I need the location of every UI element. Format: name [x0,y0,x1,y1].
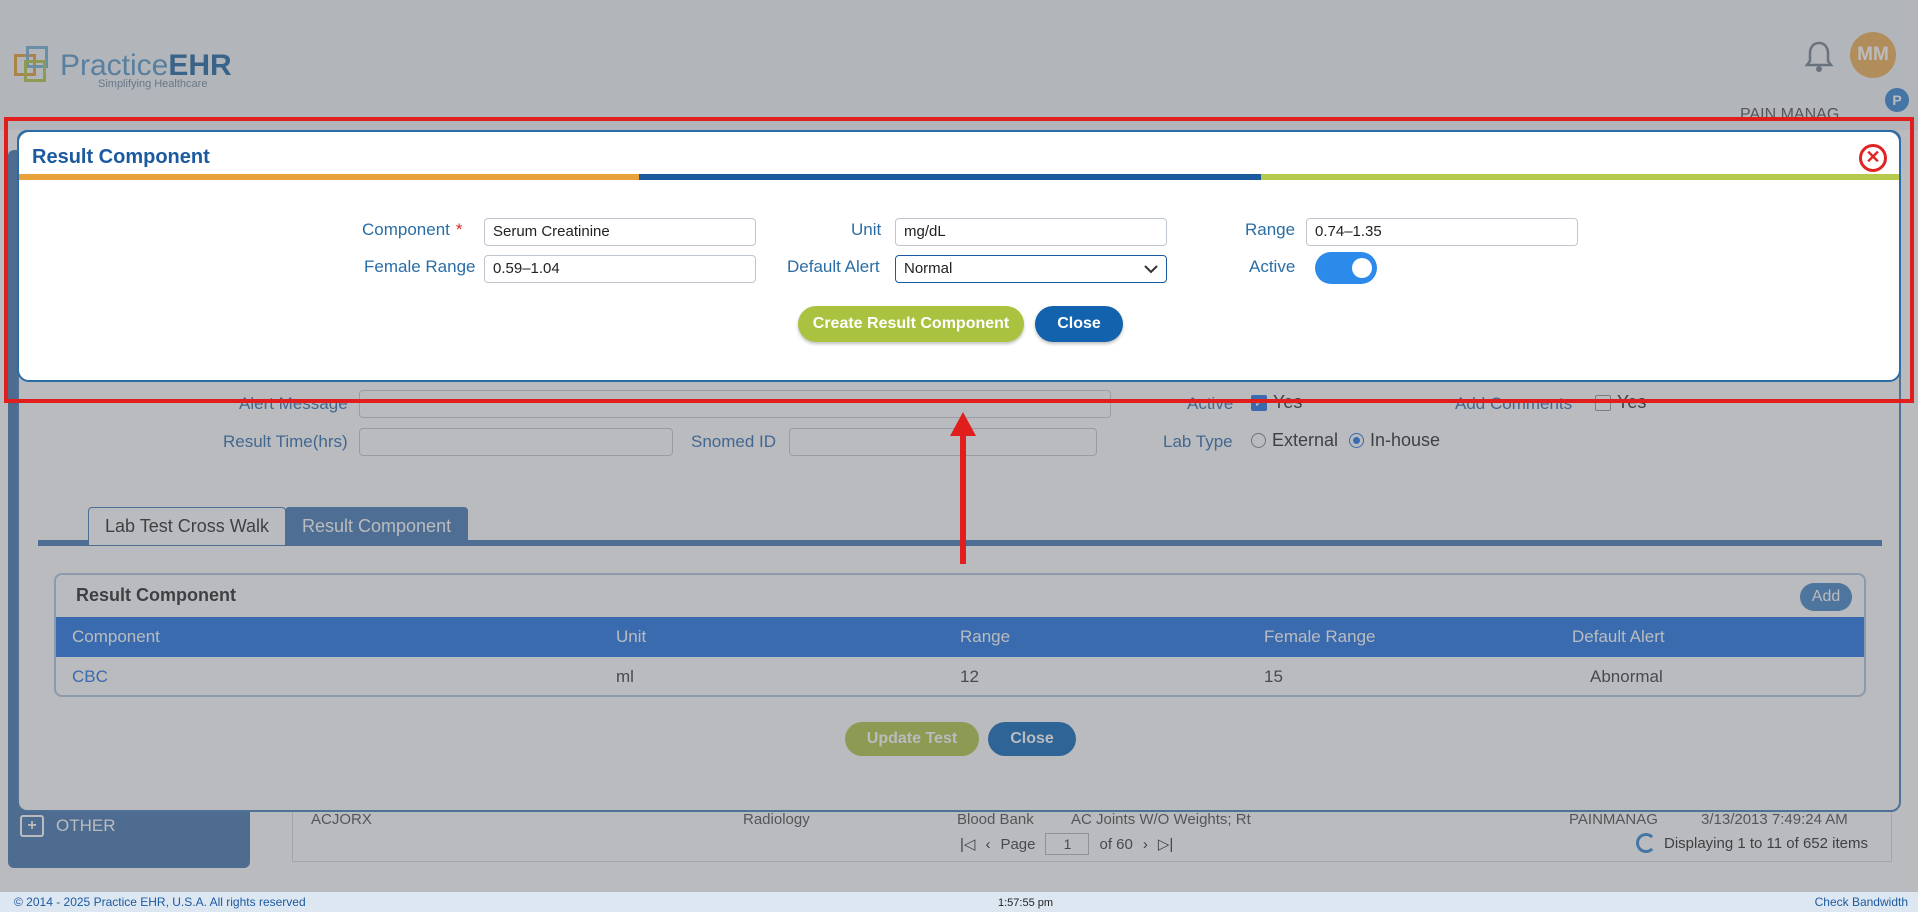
annotation-highlight-box [4,117,1914,403]
footer: © 2014 - 2025 Practice EHR, U.S.A. All r… [0,892,1918,912]
annotation-arrow-icon [950,412,976,564]
clock-text: 1:57:55 pm [998,897,1054,909]
check-bandwidth-link[interactable]: Check Bandwidth [1815,895,1908,909]
copyright-text: © 2014 - 2025 Practice EHR, U.S.A. All r… [14,895,306,909]
